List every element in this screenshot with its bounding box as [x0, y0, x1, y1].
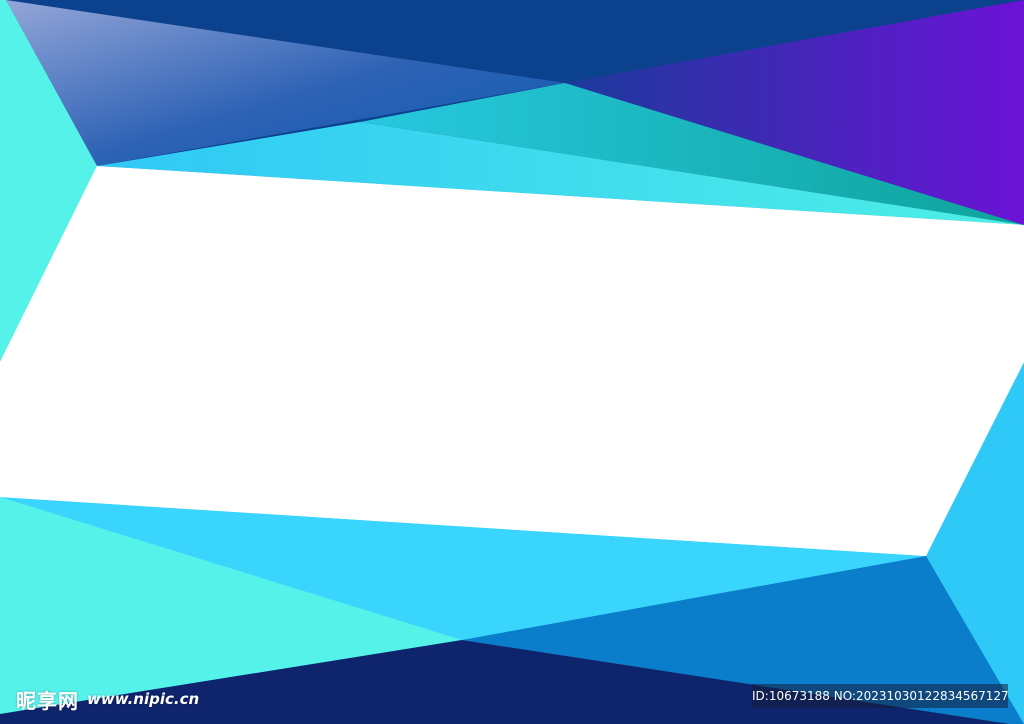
watermark-site-url: www.nipic.cn: [87, 690, 200, 708]
image-id-text: ID:10673188 NO:20231030122834567127: [752, 689, 1008, 703]
watermark-site-name: 昵享网: [16, 688, 79, 713]
geometric-background: [0, 0, 1024, 724]
white-content-panel: [0, 166, 1024, 556]
background-canvas: 昵享网 www.nipic.cn ID:10673188 NO:20231030…: [0, 0, 1024, 724]
watermark-logo: 昵享网 www.nipic.cn: [16, 686, 200, 713]
image-id-strip: ID:10673188 NO:20231030122834567127: [752, 684, 1008, 708]
